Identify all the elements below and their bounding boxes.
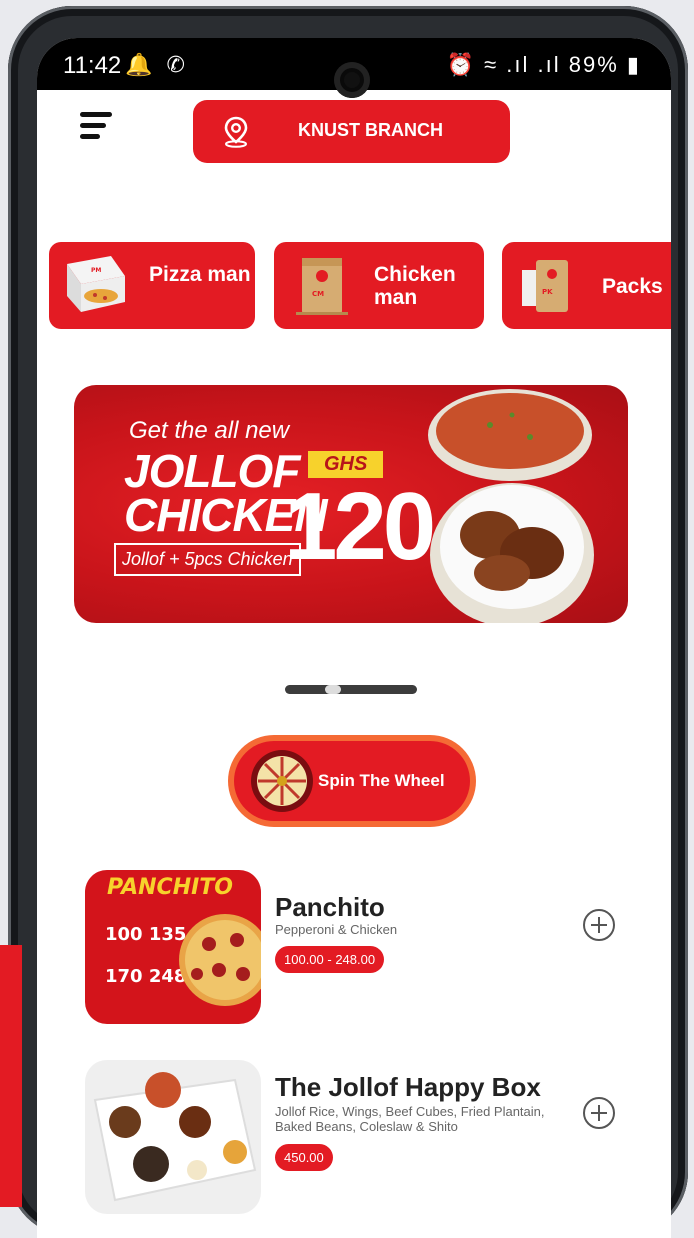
category-label: Pizza man xyxy=(149,263,251,286)
item-name: The Jollof Happy Box xyxy=(275,1072,541,1102)
camera-cutout xyxy=(334,62,370,98)
price-badge: 100.00 - 248.00 xyxy=(275,946,385,973)
svg-text:PM: PM xyxy=(91,267,101,274)
category-packs[interactable]: PK Packs xyxy=(502,242,671,329)
svg-text:PK: PK xyxy=(542,288,553,296)
jollof-chicken-image xyxy=(428,389,594,623)
signal-icons: ⏰ ≈ .ıl .ıl xyxy=(446,52,561,77)
add-plus-icon[interactable] xyxy=(582,1096,616,1130)
svg-text:CM: CM xyxy=(312,290,324,298)
panchito-image: PANCHITO 100 135 170 248 xyxy=(85,870,261,1024)
branch-label: KNUST BRANCH xyxy=(298,120,443,140)
banner-kicker: Get the all new xyxy=(129,417,290,444)
battery-level: 89% xyxy=(568,52,619,77)
item-description: Pepperoni & Chicken xyxy=(275,922,398,937)
battery-icon: ▮ xyxy=(626,52,641,77)
background-accent xyxy=(0,945,22,1207)
svg-text:PANCHITO: PANCHITO xyxy=(107,875,233,900)
jollof-happy-box-image xyxy=(85,1060,261,1214)
add-plus-icon[interactable] xyxy=(582,908,616,942)
chicken-bag-icon: CM xyxy=(296,258,348,315)
category-pizza-man[interactable]: PM Pizza man xyxy=(49,242,255,329)
branch-selector-button[interactable]: KNUST BRANCH xyxy=(193,100,510,163)
banner-price: 120 xyxy=(284,473,436,580)
clock: 11:42 xyxy=(63,52,122,79)
pizza-box-icon: PM xyxy=(67,256,125,312)
spin-the-wheel-button[interactable]: Spin The Wheel xyxy=(228,735,476,827)
location-pin-icon xyxy=(224,116,248,148)
category-chicken-man[interactable]: CM Chicken man xyxy=(274,242,484,329)
pack-bag-icon: PK xyxy=(522,260,568,312)
carousel-active-dot xyxy=(325,685,341,694)
spin-label: Spin The Wheel xyxy=(318,771,445,790)
app-screen: 11:42 🔔 ✆ ⏰ ≈ .ıl .ıl 89% ▮ KNUST BRANCH… xyxy=(37,38,671,1238)
banner-subline: Jollof + 5pcs Chicken xyxy=(114,543,301,576)
hamburger-menu-icon[interactable] xyxy=(80,112,112,142)
prize-wheel-icon xyxy=(251,750,313,812)
svg-text:170 248: 170 248 xyxy=(105,966,186,987)
svg-text:100 135: 100 135 xyxy=(105,924,186,945)
item-name: Panchito xyxy=(275,892,385,922)
status-icons: ⏰ ≈ .ıl .ıl 89% ▮ xyxy=(447,52,641,78)
menu-item[interactable]: PANCHITO 100 135 170 248 Panchito Pepper… xyxy=(85,870,645,1025)
category-label: Chicken man xyxy=(374,263,456,309)
item-description: Jollof Rice, Wings, Beef Cubes, Fried Pl… xyxy=(275,1104,545,1134)
price-badge: 450.00 xyxy=(275,1144,333,1171)
promo-banner[interactable]: Get the all new JOLLOF CHICKEN Jollof + … xyxy=(74,385,628,623)
menu-item[interactable]: The Jollof Happy Box Jollof Rice, Wings,… xyxy=(85,1060,645,1215)
carousel-indicator xyxy=(285,685,417,694)
category-label: Packs xyxy=(602,275,663,298)
notification-icons: 🔔 ✆ xyxy=(125,52,189,77)
